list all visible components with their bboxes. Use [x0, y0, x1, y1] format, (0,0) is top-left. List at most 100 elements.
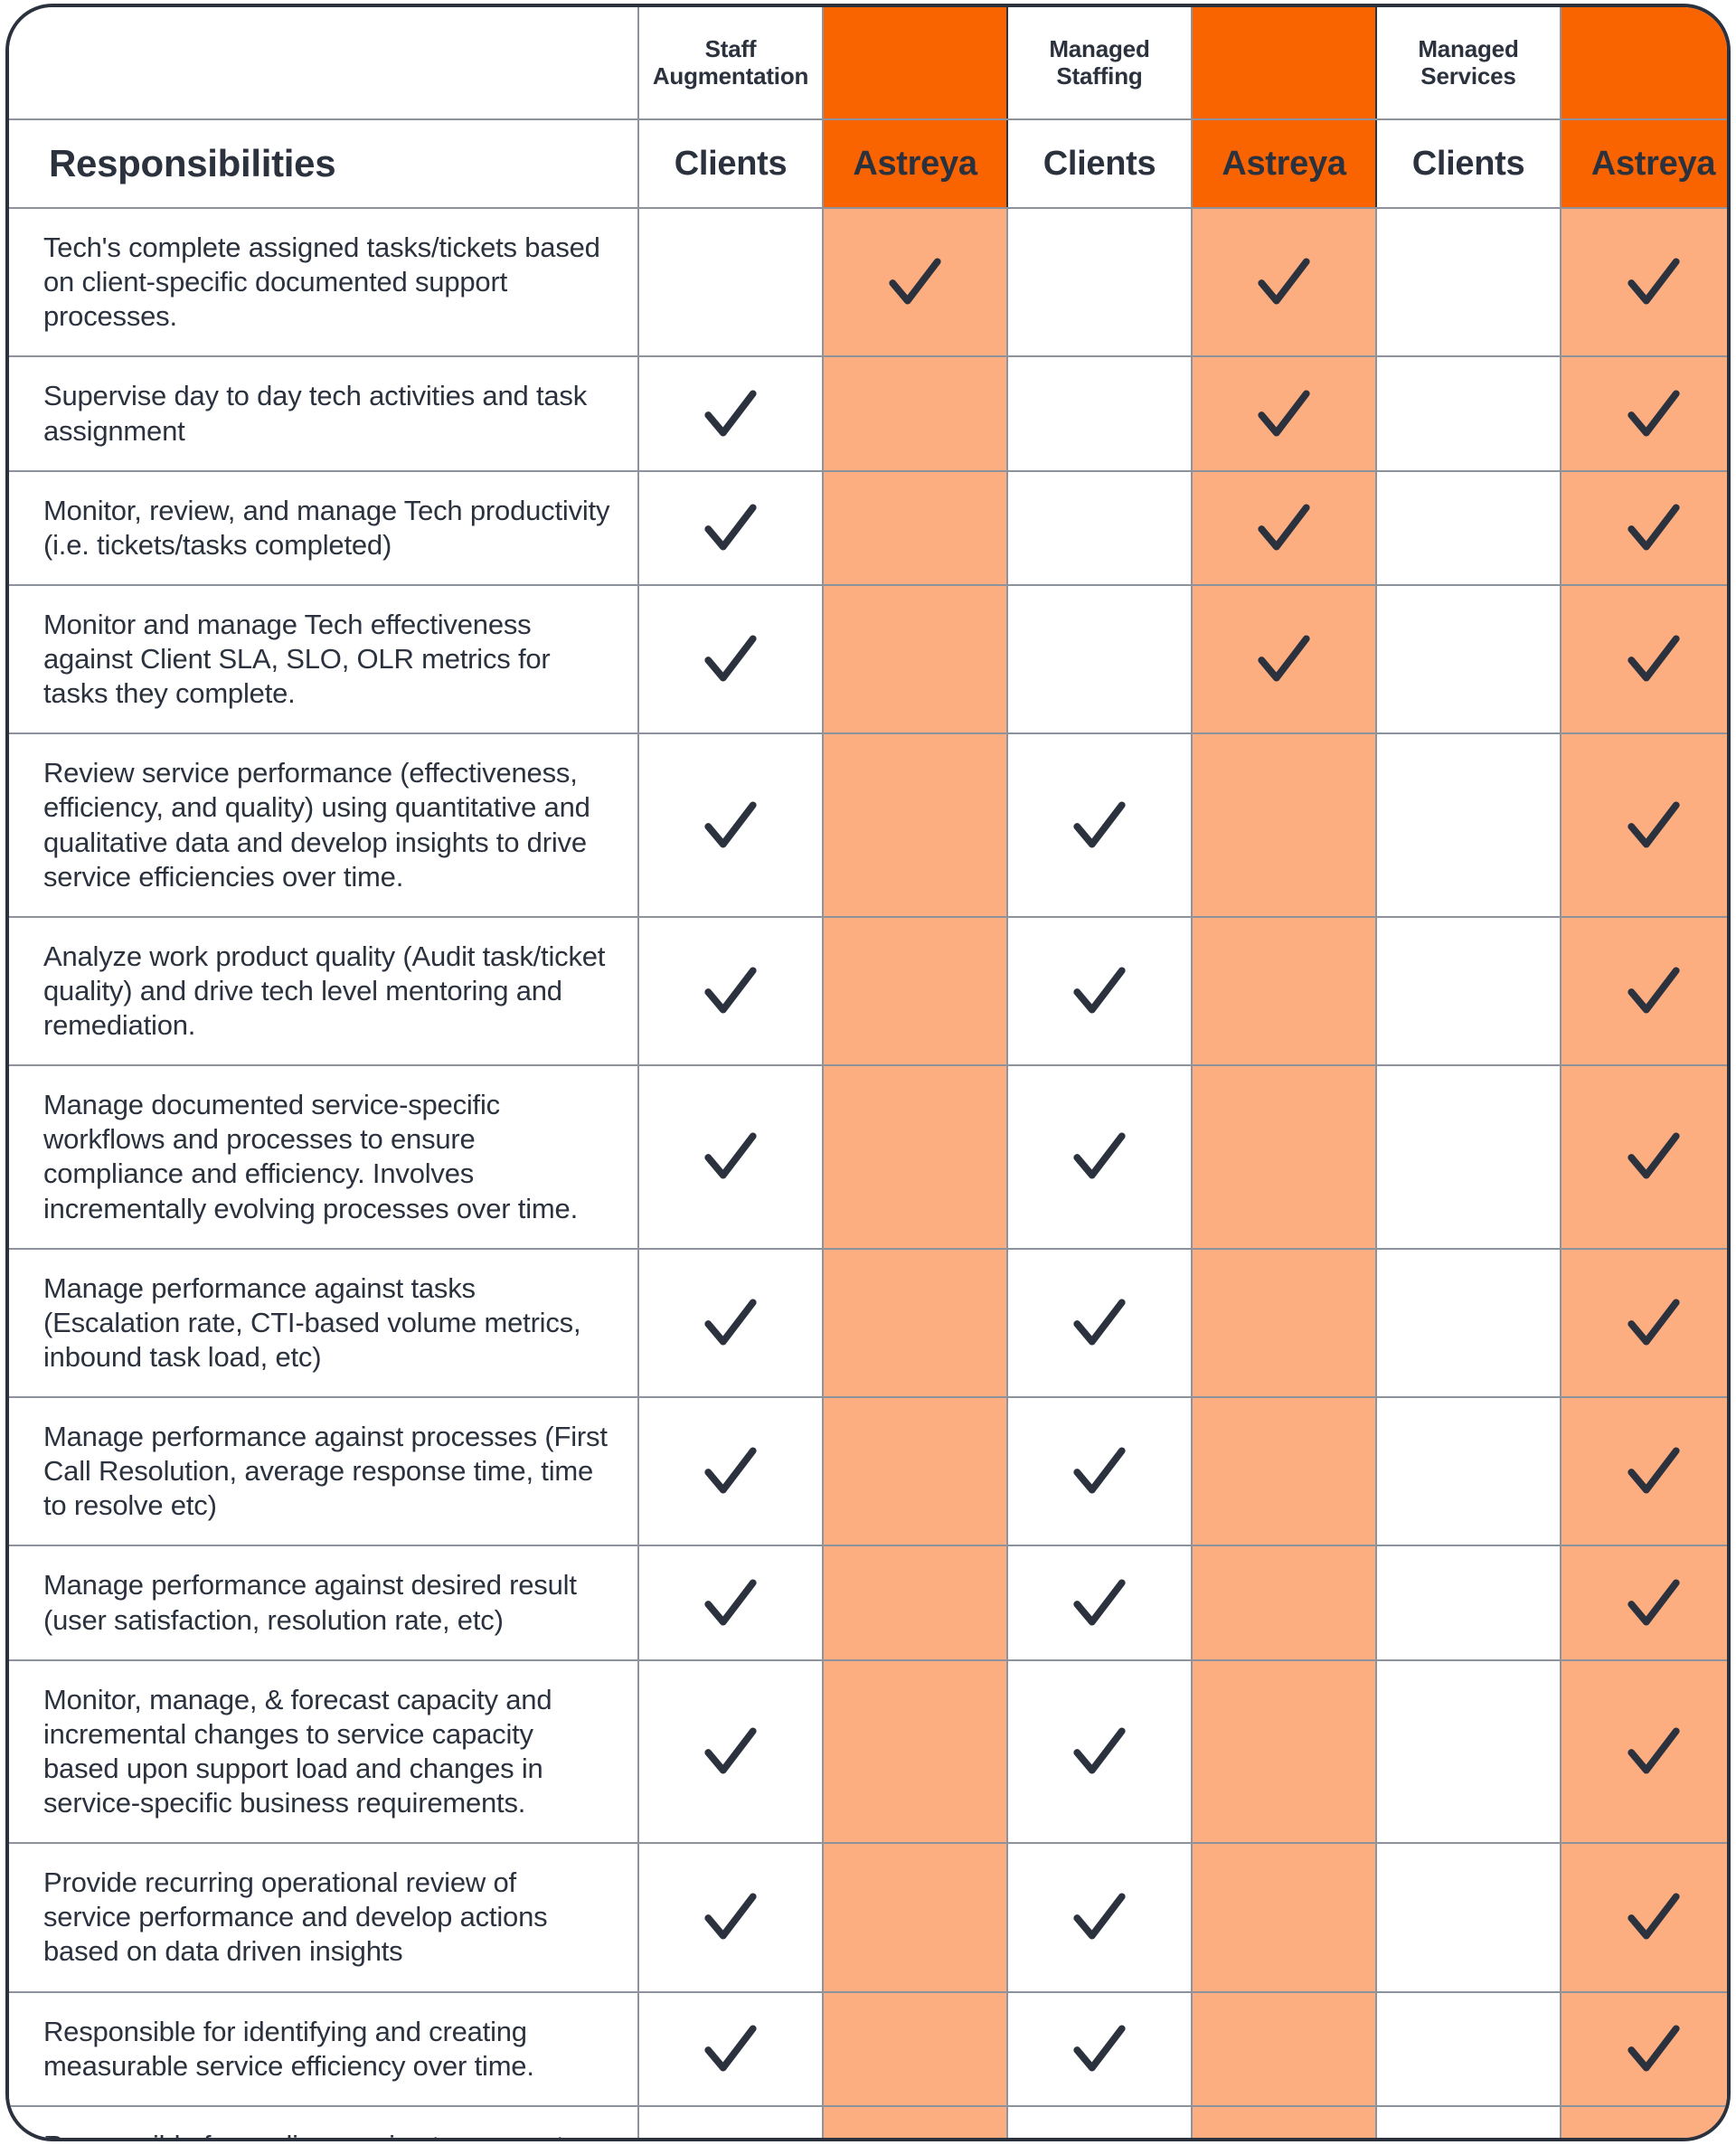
check-cell — [637, 1990, 824, 2107]
header-group-managed-services: Managed Services — [1375, 7, 1561, 120]
empty-cell — [1375, 1545, 1561, 1661]
check-cell — [637, 1064, 824, 1250]
check-icon — [701, 1441, 760, 1501]
table-row: Responsible for identifying and creating… — [9, 1990, 1727, 2107]
header-party-astreya-managed-services: Astreya — [1560, 118, 1727, 209]
check-icon — [1624, 1722, 1684, 1781]
check-cell — [637, 1395, 824, 1547]
check-cell — [637, 1842, 824, 1993]
check-cell — [1191, 469, 1377, 586]
empty-cell — [822, 469, 1008, 586]
check-icon — [1070, 1722, 1129, 1781]
table-row: Analyze work product quality (Audit task… — [9, 915, 1727, 1067]
empty-cell — [1375, 469, 1561, 586]
responsibility-cell: Manage performance against desired resul… — [9, 1545, 639, 1661]
check-cell — [637, 469, 824, 586]
check-icon — [701, 1127, 760, 1186]
empty-cell — [822, 355, 1008, 472]
empty-cell — [1191, 1842, 1377, 1993]
check-icon — [1254, 252, 1314, 312]
check-cell — [637, 915, 824, 1067]
header-corner-blank — [9, 7, 639, 120]
header-group-accent-managed-staffing — [1191, 7, 1377, 120]
check-cell — [1560, 583, 1727, 735]
check-cell — [1006, 2104, 1193, 2138]
responsibility-cell: Manage performance against processes (Fi… — [9, 1395, 639, 1547]
table-row: Manage performance against tasks (Escala… — [9, 1247, 1727, 1399]
check-icon — [701, 498, 760, 558]
check-cell — [1006, 1395, 1193, 1547]
check-cell — [637, 2104, 824, 2138]
check-icon — [1254, 384, 1314, 444]
empty-cell — [1375, 915, 1561, 1067]
check-cell — [1560, 915, 1727, 1067]
check-icon — [701, 796, 760, 855]
responsibility-cell: Supervise day to day tech activities and… — [9, 355, 639, 472]
empty-cell — [822, 732, 1008, 918]
empty-cell — [1375, 355, 1561, 472]
check-icon — [1070, 1127, 1129, 1186]
table-row: Monitor and manage Tech effectiveness ag… — [9, 583, 1727, 735]
empty-cell — [1375, 732, 1561, 918]
check-icon — [701, 961, 760, 1021]
empty-cell — [1375, 1395, 1561, 1547]
check-icon — [1624, 498, 1684, 558]
check-cell — [637, 583, 824, 735]
check-icon — [701, 629, 760, 689]
responsibility-cell: Analyze work product quality (Audit task… — [9, 915, 639, 1067]
check-icon — [885, 252, 945, 312]
check-icon — [1624, 1127, 1684, 1186]
check-cell — [1560, 206, 1727, 358]
responsibility-cell: Monitor and manage Tech effectiveness ag… — [9, 583, 639, 735]
header-group-managed-staffing: Managed Staffing — [1006, 7, 1193, 120]
check-cell — [1006, 1658, 1193, 1845]
empty-cell — [1006, 469, 1193, 586]
empty-cell — [1191, 732, 1377, 918]
empty-cell — [822, 583, 1008, 735]
check-icon — [1624, 796, 1684, 855]
empty-cell — [822, 1395, 1008, 1547]
check-cell — [637, 355, 824, 472]
empty-cell — [1375, 206, 1561, 358]
check-icon — [701, 1573, 760, 1633]
table-row: Manage documented service-specific workf… — [9, 1064, 1727, 1250]
page-root: Staff Augmentation Managed Staffing Mana… — [0, 0, 1736, 2145]
header-row-parties: Responsibilities Clients Astreya Clients… — [9, 118, 1727, 209]
empty-cell — [1375, 1990, 1561, 2107]
header-party-clients-managed-staffing: Clients — [1006, 118, 1193, 209]
responsibility-cell: Provide recurring operational review of … — [9, 1842, 639, 1993]
responsibility-matrix-frame: Staff Augmentation Managed Staffing Mana… — [5, 4, 1731, 2141]
header-party-clients-managed-services: Clients — [1375, 118, 1561, 209]
empty-cell — [822, 1658, 1008, 1845]
check-cell — [1560, 732, 1727, 918]
header-party-clients-staff-augmentation: Clients — [637, 118, 824, 209]
table-row: Supervise day to day tech activities and… — [9, 355, 1727, 472]
check-icon — [1624, 1573, 1684, 1633]
empty-cell — [822, 2104, 1008, 2138]
check-cell — [1191, 583, 1377, 735]
table-row: Responsible for scaling service to sup-p… — [9, 2104, 1727, 2138]
empty-cell — [1006, 355, 1193, 472]
check-icon — [1624, 384, 1684, 444]
check-cell — [1560, 1990, 1727, 2107]
check-icon — [1070, 1573, 1129, 1633]
empty-cell — [1191, 1545, 1377, 1661]
empty-cell — [1375, 1247, 1561, 1399]
check-cell — [637, 1658, 824, 1845]
check-cell — [1006, 1545, 1193, 1661]
header-party-astreya-managed-staffing: Astreya — [1191, 118, 1377, 209]
empty-cell — [637, 206, 824, 358]
page-title: Responsibilities — [9, 118, 639, 209]
responsibility-cell: Review service performance (effectivenes… — [9, 732, 639, 918]
empty-cell — [822, 1247, 1008, 1399]
responsibility-cell: Responsible for identifying and creating… — [9, 1990, 639, 2107]
table-row: Review service performance (effectivenes… — [9, 732, 1727, 918]
check-icon — [1624, 252, 1684, 312]
empty-cell — [1006, 583, 1193, 735]
check-cell — [1006, 1247, 1193, 1399]
check-icon — [1070, 1441, 1129, 1501]
table-row: Manage performance against desired resul… — [9, 1545, 1727, 1661]
check-cell — [1560, 1842, 1727, 1993]
responsibility-cell: Monitor, review, and manage Tech product… — [9, 469, 639, 586]
check-cell — [1191, 355, 1377, 472]
